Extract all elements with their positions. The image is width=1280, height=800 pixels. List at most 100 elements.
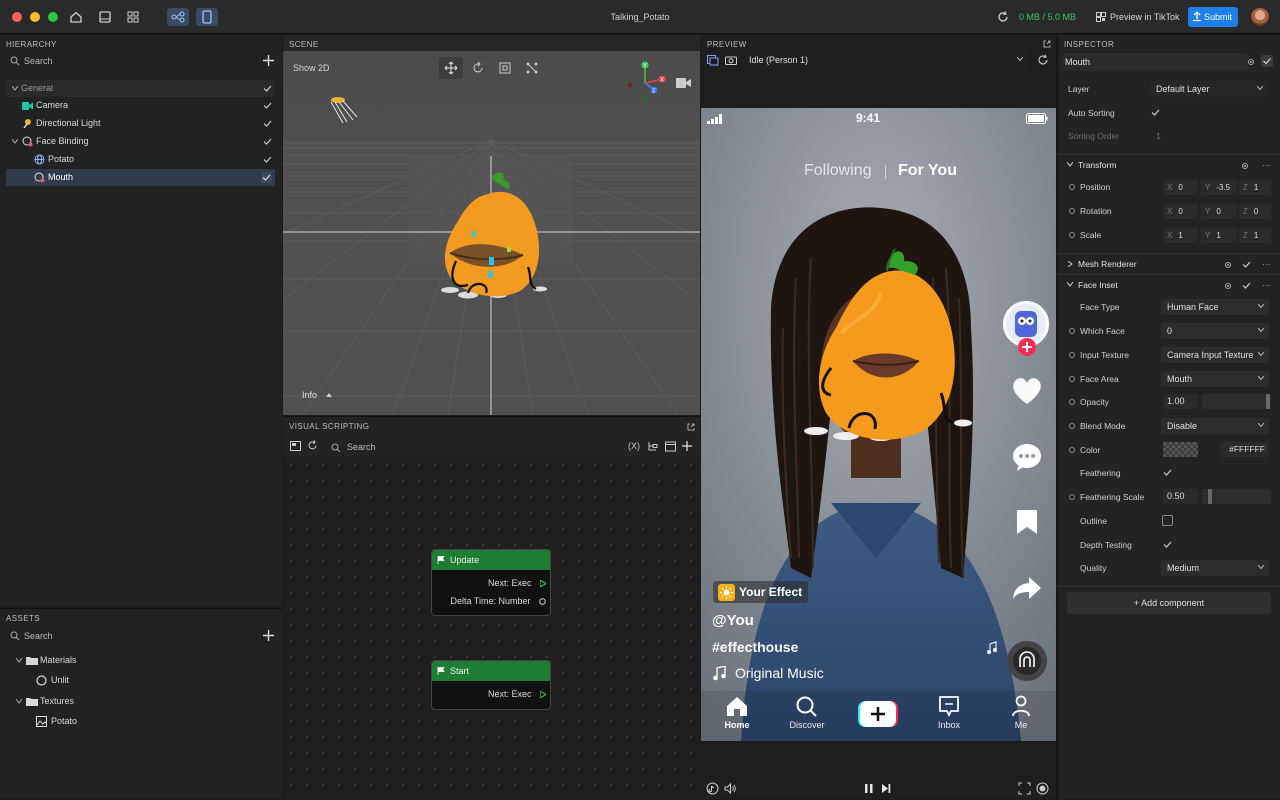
graph-canvas[interactable]	[283, 457, 700, 800]
add-component-button[interactable]: + Add component	[1067, 592, 1271, 614]
feathering-scale-input[interactable]: 0.50	[1163, 489, 1198, 504]
position-y-field[interactable]: Y -3.5	[1201, 180, 1237, 195]
scale-keyframe-dot[interactable]	[1069, 232, 1075, 238]
graph-panel-icon[interactable]	[290, 441, 301, 451]
input-texture-select[interactable]: Camera Input Texture	[1161, 347, 1269, 363]
maximize-window-button[interactable]	[48, 12, 58, 22]
axis-gizmo[interactable]: Y X Z	[626, 59, 670, 103]
scale-x-field[interactable]: X1	[1163, 228, 1198, 243]
add-object-icon[interactable]	[263, 55, 274, 66]
visual-scripting-search[interactable]: Search	[331, 441, 531, 457]
close-window-button[interactable]	[12, 12, 22, 22]
phone-view-button[interactable]	[196, 8, 218, 26]
share-icon[interactable]	[1011, 575, 1043, 601]
face-area-keyframe-dot[interactable]	[1069, 376, 1075, 382]
which-face-keyframe-dot[interactable]	[1069, 328, 1075, 334]
scene-viewport[interactable]: Show 2D Y X Z Info	[283, 51, 700, 415]
nav-discover[interactable]: Discover	[786, 695, 828, 730]
sorting-order-value[interactable]: 1	[1156, 131, 1161, 141]
refresh-icon[interactable]	[307, 440, 318, 451]
visibility-check-icon[interactable]	[263, 137, 272, 146]
add-node-icon[interactable]	[682, 441, 692, 451]
feathering-check-icon[interactable]	[1163, 468, 1172, 477]
start-node-header[interactable]: Start	[432, 661, 550, 681]
avatar[interactable]	[1251, 8, 1269, 26]
rotation-keyframe-dot[interactable]	[1069, 208, 1075, 214]
node-tree-icon[interactable]	[647, 441, 658, 452]
grid-icon[interactable]	[125, 9, 141, 25]
panel-layout-icon[interactable]	[97, 9, 113, 25]
visibility-check[interactable]	[261, 172, 272, 183]
transform-section[interactable]: Transform ···	[1058, 154, 1280, 174]
input-texture-keyframe-dot[interactable]	[1069, 352, 1075, 358]
comment-icon[interactable]	[1011, 442, 1043, 472]
transform-tool-icon[interactable]	[525, 61, 539, 75]
rotation-y-field[interactable]: Y0	[1201, 204, 1237, 219]
assets-search[interactable]: Search	[10, 629, 210, 645]
hierarchy-search[interactable]: Search	[10, 54, 210, 70]
hierarchy-item-camera[interactable]: Camera	[6, 97, 275, 114]
hierarchy-item-general[interactable]: General	[6, 80, 275, 97]
exec-output-pin[interactable]: Next: Exec	[488, 689, 546, 699]
asset-item-potato[interactable]: Potato	[14, 713, 274, 730]
color-swatch[interactable]	[1163, 442, 1198, 457]
hierarchy-item-face-binding[interactable]: Face Binding	[6, 133, 275, 150]
asset-folder-textures[interactable]: Textures	[14, 693, 274, 710]
position-keyframe-dot[interactable]	[1069, 184, 1075, 190]
visibility-check-icon[interactable]	[263, 119, 272, 128]
scale-y-field[interactable]: Y1	[1201, 228, 1237, 243]
scale-z-field[interactable]: Z1	[1239, 228, 1271, 243]
bookmark-icon[interactable]	[1015, 508, 1039, 536]
update-node-header[interactable]: Update	[432, 550, 550, 570]
update-node[interactable]: Update Next: Exec Delta Time: Number	[431, 549, 551, 616]
blend-mode-select[interactable]: Disable	[1161, 418, 1269, 434]
nav-inbox[interactable]: Inbox	[931, 695, 967, 730]
delta-time-output-pin[interactable]: Delta Time: Number	[450, 596, 546, 606]
music-disc[interactable]	[1007, 641, 1047, 681]
add-asset-icon[interactable]	[263, 630, 274, 641]
opacity-slider-thumb[interactable]	[1266, 394, 1270, 409]
submit-button[interactable]: Submit	[1188, 7, 1238, 27]
rotation-z-field[interactable]: Z0	[1239, 204, 1271, 219]
username[interactable]: @You	[712, 612, 754, 629]
quality-select[interactable]: Medium	[1161, 560, 1269, 576]
sound-name[interactable]: Original Music	[735, 665, 824, 681]
keyframe-icon[interactable]	[1247, 58, 1255, 66]
volume-icon[interactable]	[724, 782, 737, 795]
create-button[interactable]	[858, 701, 898, 727]
mesh-renderer-section[interactable]: Mesh Renderer ···	[1058, 253, 1280, 273]
blend-mode-keyframe-dot[interactable]	[1069, 423, 1075, 429]
depth-testing-check-icon[interactable]	[1163, 540, 1172, 549]
color-hex-input[interactable]: #FFFFFF	[1220, 442, 1269, 457]
feathering-scale-slider[interactable]	[1202, 489, 1271, 504]
potato-model[interactable]	[428, 159, 558, 309]
hierarchy-item-directional-light[interactable]: Directional Light	[6, 115, 275, 132]
refresh-icon[interactable]	[995, 9, 1011, 25]
info-toggle[interactable]: Info	[302, 390, 332, 400]
exec-output-pin[interactable]: Next: Exec	[488, 578, 546, 588]
hashtag[interactable]: #effecthouse	[712, 639, 798, 655]
device-icon[interactable]	[707, 55, 719, 66]
directional-light-gizmo[interactable]	[327, 95, 363, 131]
move-tool-button[interactable]	[439, 57, 463, 79]
reload-preview-icon[interactable]	[1037, 54, 1049, 66]
show-2d-toggle[interactable]: Show 2D	[293, 63, 330, 73]
for-you-tab[interactable]: For You	[898, 162, 957, 180]
popout-icon[interactable]	[687, 423, 695, 431]
visibility-check-icon[interactable]	[263, 155, 272, 164]
window-icon[interactable]	[665, 441, 676, 452]
auto-sorting-check-icon[interactable]	[1151, 108, 1160, 117]
follow-plus-button[interactable]	[1018, 338, 1036, 356]
start-node[interactable]: Start Next: Exec	[431, 660, 551, 710]
rotation-x-field[interactable]: X0	[1163, 204, 1198, 219]
home-icon[interactable]	[68, 9, 84, 25]
which-face-select[interactable]: 0	[1161, 323, 1269, 339]
position-x-field[interactable]: X0	[1163, 180, 1198, 195]
effect-badge[interactable]: Your Effect	[713, 581, 809, 603]
nav-home[interactable]: Home	[717, 695, 757, 730]
following-tab[interactable]: Following	[804, 162, 872, 180]
hierarchy-item-potato[interactable]: Potato	[6, 151, 275, 168]
popout-icon[interactable]	[1043, 40, 1051, 48]
visibility-check-icon[interactable]	[263, 101, 272, 110]
preview-in-tiktok-button[interactable]: Preview in TikTok	[1096, 8, 1180, 26]
